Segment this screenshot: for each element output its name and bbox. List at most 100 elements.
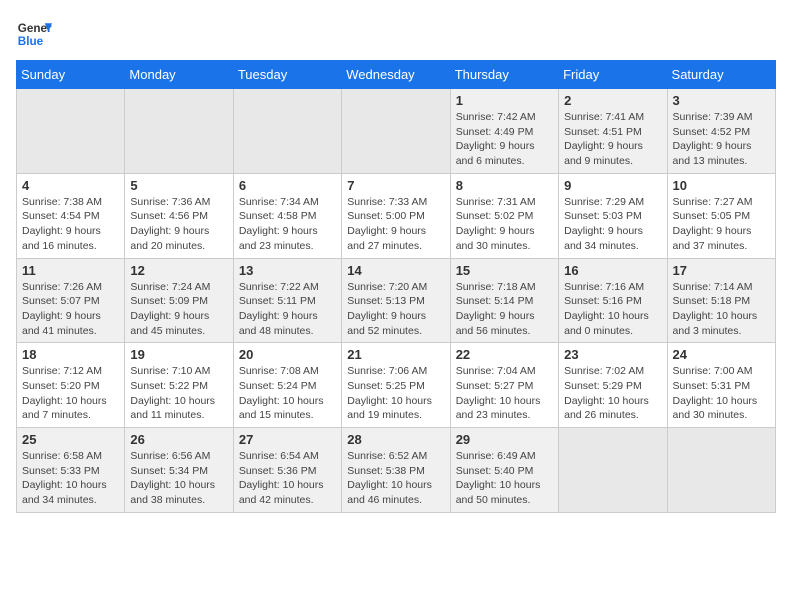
calendar-cell: 27 Sunrise: 6:54 AM Sunset: 5:36 PM Dayli… (233, 428, 341, 513)
day-info: Sunrise: 7:33 AM Sunset: 5:00 PM Dayligh… (347, 195, 444, 254)
weekday-header-saturday: Saturday (667, 61, 775, 89)
calendar-cell (17, 89, 125, 174)
day-info: Sunrise: 7:27 AM Sunset: 5:05 PM Dayligh… (673, 195, 770, 254)
page-header: General Blue (16, 16, 776, 52)
calendar-cell: 28 Sunrise: 6:52 AM Sunset: 5:38 PM Dayli… (342, 428, 450, 513)
day-number: 26 (130, 432, 227, 447)
calendar-cell: 14Sunrise: 7:20 AM Sunset: 5:13 PM Dayli… (342, 258, 450, 343)
calendar-cell: 10 Sunrise: 7:27 AM Sunset: 5:05 PM Dayli… (667, 173, 775, 258)
day-number: 16 (564, 263, 661, 278)
calendar-cell (667, 428, 775, 513)
calendar-cell: 19 Sunrise: 7:10 AM Sunset: 5:22 PM Dayli… (125, 343, 233, 428)
day-number: 10 (673, 178, 770, 193)
day-number: 7 (347, 178, 444, 193)
calendar-cell: 20Sunrise: 7:08 AM Sunset: 5:24 PM Dayli… (233, 343, 341, 428)
day-number: 23 (564, 347, 661, 362)
day-number: 4 (22, 178, 119, 193)
day-info: Sunrise: 7:18 AM Sunset: 5:14 PM Dayligh… (456, 280, 553, 339)
day-number: 17 (673, 263, 770, 278)
calendar-cell: 3 Sunrise: 7:39 AM Sunset: 4:52 PM Daylig… (667, 89, 775, 174)
day-number: 19 (130, 347, 227, 362)
day-info: Sunrise: 7:02 AM Sunset: 5:29 PM Dayligh… (564, 364, 661, 423)
day-number: 1 (456, 93, 553, 108)
day-number: 21 (347, 347, 444, 362)
day-number: 27 (239, 432, 336, 447)
day-info: Sunrise: 7:00 AM Sunset: 5:31 PM Dayligh… (673, 364, 770, 423)
calendar-cell: 9 Sunrise: 7:29 AM Sunset: 5:03 PM Daylig… (559, 173, 667, 258)
calendar-cell: 21 Sunrise: 7:06 AM Sunset: 5:25 PM Dayli… (342, 343, 450, 428)
day-info: Sunrise: 7:31 AM Sunset: 5:02 PM Dayligh… (456, 195, 553, 254)
day-number: 12 (130, 263, 227, 278)
weekday-header-tuesday: Tuesday (233, 61, 341, 89)
day-info: Sunrise: 7:41 AM Sunset: 4:51 PM Dayligh… (564, 110, 661, 169)
day-number: 28 (347, 432, 444, 447)
day-number: 20 (239, 347, 336, 362)
day-info: Sunrise: 7:42 AM Sunset: 4:49 PM Dayligh… (456, 110, 553, 169)
week-row-2: 4 Sunrise: 7:38 AM Sunset: 4:54 PM Daylig… (17, 173, 776, 258)
calendar-cell: 18Sunrise: 7:12 AM Sunset: 5:20 PM Dayli… (17, 343, 125, 428)
day-info: Sunrise: 7:24 AM Sunset: 5:09 PM Dayligh… (130, 280, 227, 339)
weekday-header-sunday: Sunday (17, 61, 125, 89)
calendar-cell: 24 Sunrise: 7:00 AM Sunset: 5:31 PM Dayli… (667, 343, 775, 428)
day-info: Sunrise: 7:16 AM Sunset: 5:16 PM Dayligh… (564, 280, 661, 339)
day-number: 13 (239, 263, 336, 278)
weekday-header-thursday: Thursday (450, 61, 558, 89)
day-number: 24 (673, 347, 770, 362)
day-info: Sunrise: 6:52 AM Sunset: 5:38 PM Dayligh… (347, 449, 444, 508)
calendar-cell: 26 Sunrise: 6:56 AM Sunset: 5:34 PM Dayli… (125, 428, 233, 513)
calendar-cell (125, 89, 233, 174)
calendar-cell: 22 Sunrise: 7:04 AM Sunset: 5:27 PM Dayli… (450, 343, 558, 428)
day-number: 8 (456, 178, 553, 193)
calendar-cell: 7 Sunrise: 7:33 AM Sunset: 5:00 PM Daylig… (342, 173, 450, 258)
day-info: Sunrise: 7:34 AM Sunset: 4:58 PM Dayligh… (239, 195, 336, 254)
day-info: Sunrise: 7:14 AM Sunset: 5:18 PM Dayligh… (673, 280, 770, 339)
week-row-3: 11 Sunrise: 7:26 AM Sunset: 5:07 PM Dayli… (17, 258, 776, 343)
weekday-header-friday: Friday (559, 61, 667, 89)
day-number: 25 (22, 432, 119, 447)
calendar-cell: 16 Sunrise: 7:16 AM Sunset: 5:16 PM Dayli… (559, 258, 667, 343)
day-info: Sunrise: 7:38 AM Sunset: 4:54 PM Dayligh… (22, 195, 119, 254)
weekday-header-row: SundayMondayTuesdayWednesdayThursdayFrid… (17, 61, 776, 89)
day-number: 11 (22, 263, 119, 278)
day-info: Sunrise: 7:10 AM Sunset: 5:22 PM Dayligh… (130, 364, 227, 423)
day-number: 6 (239, 178, 336, 193)
day-number: 5 (130, 178, 227, 193)
day-info: Sunrise: 7:06 AM Sunset: 5:25 PM Dayligh… (347, 364, 444, 423)
calendar-cell (233, 89, 341, 174)
calendar-cell: 6 Sunrise: 7:34 AM Sunset: 4:58 PM Daylig… (233, 173, 341, 258)
calendar-cell: 29Sunrise: 6:49 AM Sunset: 5:40 PM Dayli… (450, 428, 558, 513)
day-info: Sunrise: 7:26 AM Sunset: 5:07 PM Dayligh… (22, 280, 119, 339)
calendar-cell: 12 Sunrise: 7:24 AM Sunset: 5:09 PM Dayli… (125, 258, 233, 343)
day-info: Sunrise: 6:49 AM Sunset: 5:40 PM Dayligh… (456, 449, 553, 508)
day-number: 9 (564, 178, 661, 193)
calendar-cell: 25Sunrise: 6:58 AM Sunset: 5:33 PM Dayli… (17, 428, 125, 513)
day-info: Sunrise: 7:29 AM Sunset: 5:03 PM Dayligh… (564, 195, 661, 254)
day-info: Sunrise: 7:36 AM Sunset: 4:56 PM Dayligh… (130, 195, 227, 254)
day-number: 18 (22, 347, 119, 362)
svg-text:Blue: Blue (18, 35, 44, 48)
day-number: 15 (456, 263, 553, 278)
logo: General Blue (16, 16, 52, 52)
calendar-cell: 2 Sunrise: 7:41 AM Sunset: 4:51 PM Daylig… (559, 89, 667, 174)
day-number: 3 (673, 93, 770, 108)
calendar-cell (342, 89, 450, 174)
week-row-4: 18Sunrise: 7:12 AM Sunset: 5:20 PM Dayli… (17, 343, 776, 428)
calendar-cell: 13 Sunrise: 7:22 AM Sunset: 5:11 PM Dayli… (233, 258, 341, 343)
day-info: Sunrise: 7:04 AM Sunset: 5:27 PM Dayligh… (456, 364, 553, 423)
weekday-header-wednesday: Wednesday (342, 61, 450, 89)
calendar-cell: 1 Sunrise: 7:42 AM Sunset: 4:49 PM Daylig… (450, 89, 558, 174)
day-number: 22 (456, 347, 553, 362)
week-row-1: 1 Sunrise: 7:42 AM Sunset: 4:49 PM Daylig… (17, 89, 776, 174)
day-number: 2 (564, 93, 661, 108)
calendar-cell: 8 Sunrise: 7:31 AM Sunset: 5:02 PM Daylig… (450, 173, 558, 258)
calendar-cell: 5 Sunrise: 7:36 AM Sunset: 4:56 PM Daylig… (125, 173, 233, 258)
logo-icon: General Blue (16, 16, 52, 52)
day-info: Sunrise: 7:22 AM Sunset: 5:11 PM Dayligh… (239, 280, 336, 339)
day-info: Sunrise: 7:39 AM Sunset: 4:52 PM Dayligh… (673, 110, 770, 169)
day-info: Sunrise: 6:56 AM Sunset: 5:34 PM Dayligh… (130, 449, 227, 508)
day-info: Sunrise: 6:54 AM Sunset: 5:36 PM Dayligh… (239, 449, 336, 508)
day-info: Sunrise: 7:20 AM Sunset: 5:13 PM Dayligh… (347, 280, 444, 339)
calendar-cell (559, 428, 667, 513)
calendar-cell: 4 Sunrise: 7:38 AM Sunset: 4:54 PM Daylig… (17, 173, 125, 258)
weekday-header-monday: Monday (125, 61, 233, 89)
